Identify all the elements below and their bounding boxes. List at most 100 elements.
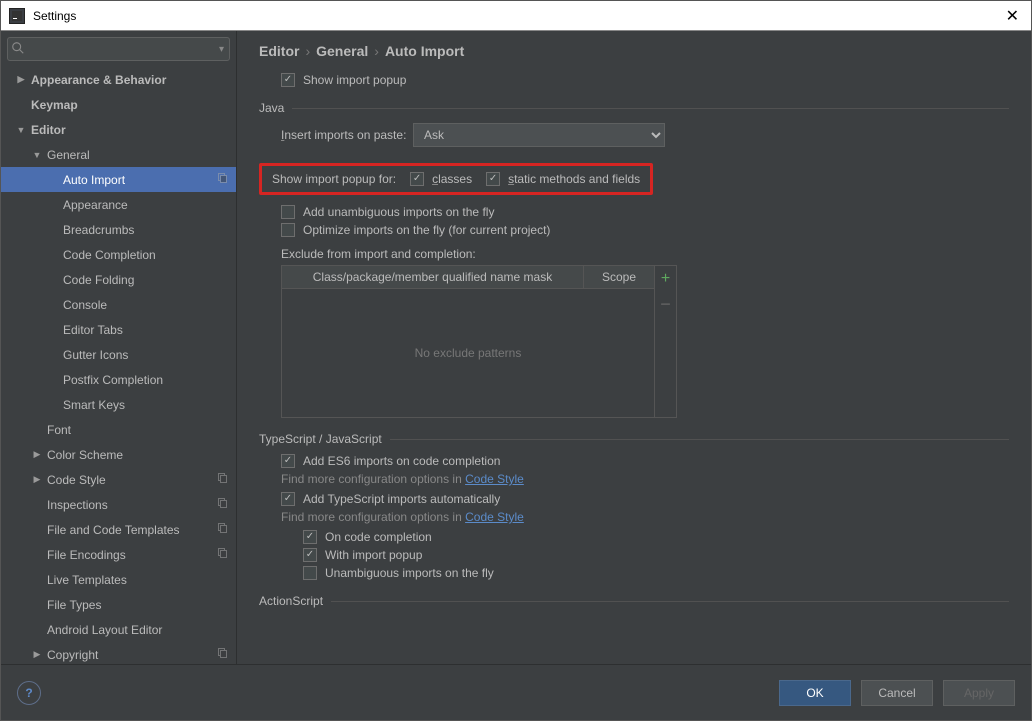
sidebar-item-file-encodings[interactable]: File Encodings bbox=[1, 542, 236, 567]
sidebar-item-label: Copyright bbox=[47, 648, 98, 662]
exclude-table: Class/package/member qualified name mask… bbox=[281, 265, 677, 418]
remove-exclude-button: − bbox=[660, 294, 671, 315]
sidebar-item-label: File and Code Templates bbox=[47, 523, 180, 537]
tree-arrow-icon: ▶ bbox=[31, 449, 43, 460]
sidebar-item-label: Color Scheme bbox=[47, 448, 123, 462]
apply-button[interactable]: Apply bbox=[943, 680, 1015, 706]
close-icon[interactable]: ✕ bbox=[1002, 6, 1023, 26]
sidebar-item-auto-import[interactable]: Auto Import bbox=[1, 167, 236, 192]
exclude-label: Exclude from import and completion: bbox=[259, 247, 1009, 261]
sidebar-item-editor-tabs[interactable]: Editor Tabs bbox=[1, 317, 236, 342]
search-input[interactable] bbox=[7, 37, 230, 61]
copy-icon bbox=[216, 172, 228, 187]
sidebar-item-label: Live Templates bbox=[47, 573, 127, 587]
sidebar-item-label: Code Completion bbox=[63, 248, 156, 262]
sidebar-item-editor[interactable]: ▼Editor bbox=[1, 117, 236, 142]
sidebar-item-file-and-code-templates[interactable]: File and Code Templates bbox=[1, 517, 236, 542]
sidebar-item-code-folding[interactable]: Code Folding bbox=[1, 267, 236, 292]
ts-auto-label: Add TypeScript imports automatically bbox=[303, 492, 500, 506]
tree-arrow-icon: ▶ bbox=[15, 74, 27, 85]
copy-icon bbox=[216, 647, 228, 662]
insert-imports-label: Insert imports on paste: bbox=[281, 128, 413, 142]
add-unambiguous-checkbox[interactable] bbox=[281, 205, 295, 219]
sidebar-item-label: Console bbox=[63, 298, 107, 312]
cancel-button[interactable]: Cancel bbox=[861, 680, 933, 706]
sidebar-item-gutter-icons[interactable]: Gutter Icons bbox=[1, 342, 236, 367]
optimize-imports-checkbox[interactable] bbox=[281, 223, 295, 237]
sidebar-item-smart-keys[interactable]: Smart Keys bbox=[1, 392, 236, 417]
ts-unambiguous-checkbox[interactable] bbox=[303, 566, 317, 580]
search-icon bbox=[11, 41, 25, 58]
sidebar-item-code-style[interactable]: ▶ Code Style bbox=[1, 467, 236, 492]
titlebar: Settings ✕ bbox=[1, 1, 1031, 31]
java-section-header: Java bbox=[259, 101, 1009, 115]
sidebar-item-label: Keymap bbox=[31, 98, 78, 112]
on-completion-checkbox[interactable] bbox=[303, 530, 317, 544]
sidebar-item-android-layout-editor[interactable]: Android Layout Editor bbox=[1, 617, 236, 642]
copy-icon bbox=[216, 497, 228, 512]
tree-arrow-icon: ▼ bbox=[31, 150, 43, 160]
sidebar-item-console[interactable]: Console bbox=[1, 292, 236, 317]
add-exclude-button[interactable]: + bbox=[661, 270, 670, 288]
exclude-th-name[interactable]: Class/package/member qualified name mask bbox=[282, 266, 584, 288]
sidebar-item-label: Gutter Icons bbox=[63, 348, 128, 362]
sidebar-item-label: Code Style bbox=[47, 473, 106, 487]
with-popup-checkbox[interactable] bbox=[303, 548, 317, 562]
statics-label: static methods and fields bbox=[508, 172, 640, 186]
sidebar-item-label: Editor Tabs bbox=[63, 323, 123, 337]
ok-button[interactable]: OK bbox=[779, 680, 851, 706]
optimize-imports-label: Optimize imports on the fly (for current… bbox=[303, 223, 550, 237]
sidebar-item-label: Appearance & Behavior bbox=[31, 73, 166, 87]
sidebar-item-general[interactable]: ▼ General bbox=[1, 142, 236, 167]
show-import-popup-checkbox[interactable] bbox=[281, 73, 295, 87]
sidebar-item-code-completion[interactable]: Code Completion bbox=[1, 242, 236, 267]
sidebar-item-label: Font bbox=[47, 423, 71, 437]
copy-icon bbox=[216, 522, 228, 537]
ts-auto-checkbox[interactable] bbox=[281, 492, 295, 506]
settings-sidebar: ▾ ▶ Appearance & Behavior Keymap ▼Editor ▼ Ge… bbox=[1, 31, 237, 664]
sidebar-item-appearance[interactable]: Appearance bbox=[1, 192, 236, 217]
show-popup-for-label: Show import popup for: bbox=[272, 172, 396, 186]
sidebar-item-label: File Encodings bbox=[47, 548, 126, 562]
sidebar-item-label: Appearance bbox=[63, 198, 128, 212]
help-button[interactable]: ? bbox=[17, 681, 41, 705]
add-unambiguous-label: Add unambiguous imports on the fly bbox=[303, 205, 494, 219]
es6-imports-checkbox[interactable] bbox=[281, 454, 295, 468]
ts-auto-hint: Find more configuration options in Code … bbox=[281, 510, 1009, 524]
insert-imports-select[interactable]: Ask bbox=[413, 123, 665, 147]
sidebar-item-font[interactable]: Font bbox=[1, 417, 236, 442]
es6-hint: Find more configuration options in Code … bbox=[281, 472, 1009, 486]
sidebar-item-postfix-completion[interactable]: Postfix Completion bbox=[1, 367, 236, 392]
sidebar-item-label: File Types bbox=[47, 598, 101, 612]
with-popup-label: With import popup bbox=[325, 548, 422, 562]
sidebar-item-appearance-behavior[interactable]: ▶ Appearance & Behavior bbox=[1, 67, 236, 92]
classes-checkbox[interactable] bbox=[410, 172, 424, 186]
sidebar-item-label: Auto Import bbox=[63, 173, 125, 187]
copy-icon bbox=[216, 472, 228, 487]
sidebar-item-label: Editor bbox=[31, 123, 66, 137]
settings-tree: ▶ Appearance & Behavior Keymap ▼Editor ▼ Gene… bbox=[1, 65, 236, 664]
dialog-footer: ? OK Cancel Apply bbox=[1, 664, 1031, 720]
window-title: Settings bbox=[33, 9, 1002, 23]
breadcrumb: Editor›General›Auto Import bbox=[237, 31, 1031, 69]
sidebar-item-color-scheme[interactable]: ▶ Color Scheme bbox=[1, 442, 236, 467]
chevron-down-icon[interactable]: ▾ bbox=[219, 44, 224, 55]
statics-checkbox[interactable] bbox=[486, 172, 500, 186]
highlight-box: Show import popup for: classes static me… bbox=[259, 163, 653, 195]
code-style-link-2[interactable]: Code Style bbox=[465, 510, 524, 524]
as-section-header: ActionScript bbox=[259, 594, 1009, 608]
sidebar-item-breadcrumbs[interactable]: Breadcrumbs bbox=[1, 217, 236, 242]
tree-arrow-icon: ▶ bbox=[31, 474, 43, 485]
tree-arrow-icon: ▶ bbox=[31, 649, 43, 660]
on-completion-label: On code completion bbox=[325, 530, 432, 544]
sidebar-item-file-types[interactable]: File Types bbox=[1, 592, 236, 617]
sidebar-item-label: General bbox=[47, 148, 90, 162]
code-style-link-1[interactable]: Code Style bbox=[465, 472, 524, 486]
sidebar-item-inspections[interactable]: Inspections bbox=[1, 492, 236, 517]
sidebar-item-copyright[interactable]: ▶ Copyright bbox=[1, 642, 236, 664]
exclude-th-scope[interactable]: Scope bbox=[584, 266, 654, 288]
es6-imports-label: Add ES6 imports on code completion bbox=[303, 454, 500, 468]
sidebar-item-keymap[interactable]: Keymap bbox=[1, 92, 236, 117]
sidebar-item-live-templates[interactable]: Live Templates bbox=[1, 567, 236, 592]
ts-unambiguous-label: Unambiguous imports on the fly bbox=[325, 566, 494, 580]
